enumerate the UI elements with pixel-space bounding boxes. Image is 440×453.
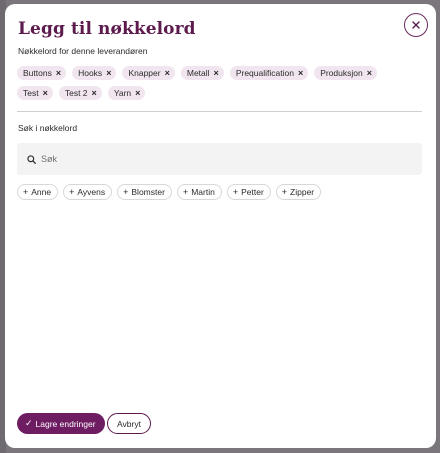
plus-icon: + <box>23 187 29 197</box>
keyword-chip-label: Test 2 <box>64 88 88 98</box>
search-input[interactable] <box>41 154 381 164</box>
remove-keyword-icon[interactable]: × <box>56 68 61 78</box>
add-keyword-button[interactable]: + Anne <box>17 184 59 200</box>
cancel-button[interactable]: Avbryt <box>107 413 151 434</box>
keyword-chip-label: Test <box>23 88 39 98</box>
add-keyword-button[interactable]: + Martin <box>176 184 222 200</box>
suggested-keywords-list: + Anne + Ayvens + Blomster + Martin + Pe… <box>17 184 322 200</box>
dialog-title: Legg til nøkkelord <box>18 19 196 39</box>
keyword-chip-label: Prequalification <box>235 68 294 78</box>
keyword-chip-label: Knapper <box>128 68 161 78</box>
keyword-chip: Prequalification × <box>229 66 309 80</box>
save-changes-button[interactable]: ✓ Lagre endringer <box>17 413 105 434</box>
add-keyword-button[interactable]: + Petter <box>226 184 271 200</box>
keyword-chip: Knapper × <box>122 66 175 80</box>
remove-keyword-icon[interactable]: × <box>106 68 111 78</box>
suggested-keyword-label: Martin <box>191 187 215 197</box>
plus-icon: + <box>182 187 189 197</box>
keyword-chip: Test × <box>17 86 53 100</box>
keyword-chip-label: Metall <box>186 68 210 78</box>
add-keyword-button[interactable]: + Zipper <box>275 184 322 200</box>
search-keywords-label: Søk i nøkkelord <box>18 123 78 133</box>
plus-icon: + <box>123 187 129 197</box>
keyword-chip: Buttons × <box>17 66 67 80</box>
keyword-chip-label: Hooks <box>78 68 103 78</box>
remove-keyword-icon[interactable]: × <box>298 68 303 78</box>
search-icon <box>27 154 36 164</box>
remove-keyword-icon[interactable]: × <box>135 88 140 98</box>
add-keywords-dialog: Legg til nøkkelord Nøkkelord for denne l… <box>5 4 436 448</box>
keyword-chip-label: Buttons <box>23 68 52 78</box>
search-field[interactable] <box>17 143 422 175</box>
keyword-chip: Yarn × <box>107 86 146 100</box>
keyword-chip: Metall × <box>180 66 224 80</box>
keyword-chip: Produksjon × <box>314 66 377 80</box>
add-keyword-button[interactable]: + Blomster <box>117 184 172 200</box>
section-divider <box>17 111 422 112</box>
plus-icon: + <box>281 187 288 197</box>
save-changes-label: Lagre endringer <box>35 418 96 429</box>
plus-icon: + <box>69 187 75 197</box>
keyword-chip-label: Produksjon <box>320 68 363 78</box>
add-keyword-button[interactable]: + Ayvens <box>63 184 113 200</box>
keyword-chip: Test 2 × <box>58 86 102 100</box>
remove-keyword-icon[interactable]: × <box>165 68 170 78</box>
selected-keywords-list: Buttons × Hooks × Knapper × Metall × Pre… <box>17 66 417 100</box>
close-button[interactable] <box>404 13 428 37</box>
selected-keywords-label: Nøkkelord for denne leverandøren <box>18 46 148 56</box>
suggested-keyword-label: Ayvens <box>77 187 106 197</box>
keyword-chip-label: Yarn <box>113 88 132 98</box>
suggested-keyword-label: Petter <box>241 187 264 197</box>
suggested-keyword-label: Anne <box>31 187 52 197</box>
remove-keyword-icon[interactable]: × <box>92 88 97 98</box>
remove-keyword-icon[interactable]: × <box>214 68 219 78</box>
check-icon: ✓ <box>25 418 33 428</box>
remove-keyword-icon[interactable]: × <box>43 88 48 98</box>
remove-keyword-icon[interactable]: × <box>367 68 372 78</box>
suggested-keyword-label: Blomster <box>131 187 165 197</box>
keyword-chip: Hooks × <box>72 66 117 80</box>
suggested-keyword-label: Zipper <box>290 187 315 197</box>
cancel-label: Avbryt <box>117 418 141 429</box>
close-icon <box>412 21 420 29</box>
plus-icon: + <box>232 187 239 197</box>
